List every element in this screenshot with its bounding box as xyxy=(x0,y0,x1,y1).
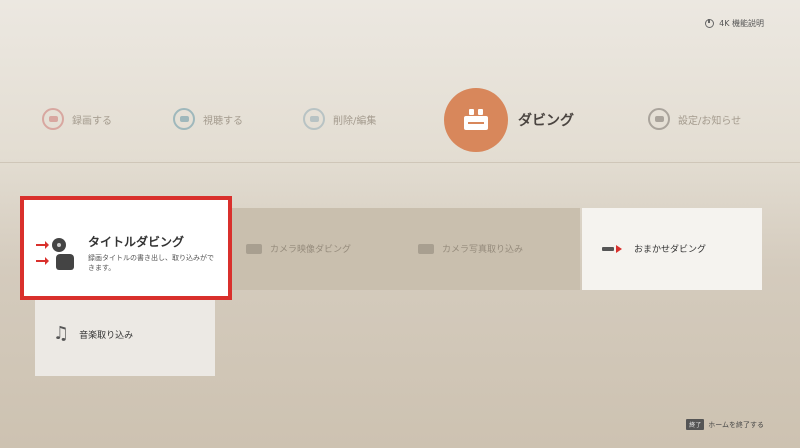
tile-title: タイトルダビング xyxy=(88,235,185,249)
tile-title-dubbing[interactable]: タイトルダビング 録画タイトルの書き出し、取り込みができます。 xyxy=(20,196,232,300)
menu-item-label: 視聴する xyxy=(203,115,243,127)
watch-icon xyxy=(173,108,195,130)
tile-label: おまかせダビング xyxy=(634,245,707,255)
menu-item-label: 削除/編集 xyxy=(333,115,377,127)
menu-item-label: 録画する xyxy=(72,115,112,127)
settings-icon xyxy=(648,108,670,130)
hint-key: 終了 xyxy=(686,419,705,430)
bottom-hint: 終了 ホームを終了する xyxy=(686,419,764,430)
tile-label: カメラ写真取り込み xyxy=(442,245,524,255)
dubbing-arrow-icon xyxy=(602,244,624,253)
menu-item-edit[interactable]: 削除/編集 xyxy=(303,108,376,130)
topbar-label: 4K 機能説明 xyxy=(719,19,764,28)
menu-item-watch[interactable]: 視聴する xyxy=(173,108,243,130)
tile-camera-import[interactable]: カメラ写真取り込み xyxy=(400,208,580,290)
tile-omakase-dubbing[interactable]: おまかせダビング xyxy=(582,208,762,290)
tile-music-import[interactable]: ♫ 音楽取り込み xyxy=(35,300,215,376)
menu-item-dubbing[interactable]: ダビング xyxy=(444,88,574,152)
camera-icon xyxy=(246,243,262,254)
power-icon xyxy=(705,19,715,28)
menu-item-label: 設定/お知らせ xyxy=(678,115,742,127)
dubbing-icon xyxy=(444,88,508,152)
menu-item-label: ダビング xyxy=(518,113,574,129)
menu-item-record[interactable]: 録画する xyxy=(42,108,112,130)
hint-text: ホームを終了する xyxy=(708,420,764,429)
edit-icon xyxy=(303,108,325,130)
music-note-icon: ♫ xyxy=(53,323,70,344)
divider xyxy=(0,162,800,163)
menu-item-settings[interactable]: 設定/お知らせ xyxy=(648,108,741,130)
home-menu: 録画する 視聴する 削除/編集 ダビング 設定/お知らせ xyxy=(0,88,800,152)
topbar-status: 4K 機能説明 xyxy=(705,18,764,29)
tile-label: カメラ映像ダビング xyxy=(270,245,352,255)
tile-description: 録画タイトルの書き出し、取り込みができます。 xyxy=(88,254,214,272)
record-icon xyxy=(42,108,64,130)
tile-label: 音楽取り込み xyxy=(79,330,134,341)
tile-camera-dubbing[interactable]: カメラ映像ダビング xyxy=(232,208,400,290)
title-dubbing-icon xyxy=(36,238,82,272)
house-icon xyxy=(418,243,434,254)
